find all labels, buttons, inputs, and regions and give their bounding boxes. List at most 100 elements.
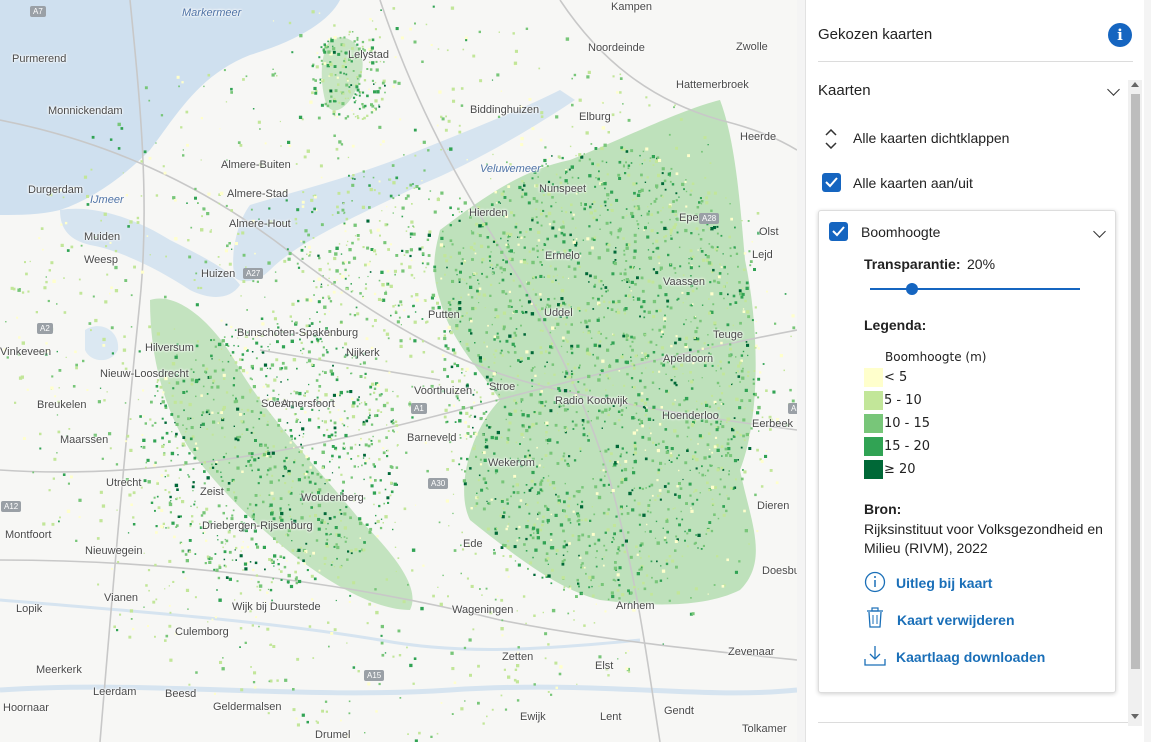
tree-height-cell <box>309 100 313 104</box>
tree-height-cell <box>558 672 562 676</box>
tree-height-cell <box>531 486 534 489</box>
tree-height-cell <box>449 255 453 259</box>
tree-height-cell <box>449 206 452 210</box>
panel-title: Gekozen kaarten <box>818 26 933 43</box>
transparency-slider-track[interactable] <box>870 288 1080 290</box>
tree-height-cell <box>256 585 259 588</box>
tree-height-cell <box>617 546 620 549</box>
scrollbar[interactable] <box>1128 80 1142 726</box>
tree-height-cell <box>356 43 359 46</box>
tree-height-cell <box>618 370 621 372</box>
tree-height-cell <box>784 293 787 295</box>
tree-height-cell <box>631 215 635 218</box>
tree-height-cell <box>478 287 482 291</box>
tree-height-cell <box>300 349 302 352</box>
tree-height-cell <box>473 401 476 404</box>
transparency-slider-handle[interactable] <box>906 283 918 295</box>
tree-height-cell <box>226 488 230 492</box>
tree-height-cell <box>458 130 462 134</box>
tree-height-cell <box>716 468 720 472</box>
tree-height-cell <box>357 455 360 458</box>
tree-height-cell <box>295 717 298 720</box>
tree-height-cell <box>600 183 604 186</box>
tree-height-cell <box>298 391 302 396</box>
tree-height-cell <box>96 537 100 540</box>
tree-height-cell <box>593 209 597 213</box>
tree-height-cell <box>129 418 132 420</box>
trash-icon[interactable] <box>864 607 886 629</box>
map-view[interactable]: Markermeer Kampen Lelystad Noordeinde Zwolle… <box>0 0 797 742</box>
tree-height-cell <box>99 519 103 523</box>
tree-height-cell <box>168 585 170 587</box>
tree-height-cell <box>364 462 367 465</box>
tree-height-cell <box>792 326 796 330</box>
tree-height-cell <box>282 475 285 478</box>
remove-map-link[interactable]: Kaart verwijderen <box>897 612 1015 628</box>
chevron-down-icon[interactable] <box>1107 83 1120 96</box>
tree-height-cell <box>297 478 301 482</box>
tree-height-cell <box>225 204 228 207</box>
tree-height-cell <box>561 560 565 563</box>
divider <box>818 61 1133 62</box>
tree-height-cell <box>536 536 540 540</box>
tree-height-cell <box>266 627 270 631</box>
explain-map-link[interactable]: Uitleg bij kaart <box>896 575 992 591</box>
tree-height-cell <box>536 528 540 532</box>
section-kaarten-title[interactable]: Kaarten <box>818 82 871 99</box>
tree-height-cell <box>237 438 240 442</box>
tree-height-cell <box>297 266 301 269</box>
tree-height-cell <box>525 230 528 233</box>
layer-checkbox[interactable] <box>829 222 848 241</box>
download-layer-link[interactable]: Kaartlaag downloaden <box>896 649 1045 665</box>
tree-height-cell <box>290 434 293 438</box>
tree-height-cell <box>562 455 565 458</box>
toggle-all-checkbox[interactable] <box>822 173 841 192</box>
tree-height-cell <box>466 457 469 461</box>
tree-height-cell <box>294 217 298 221</box>
tree-height-cell <box>327 40 329 43</box>
tree-height-cell <box>610 233 613 236</box>
tree-height-cell <box>182 379 186 383</box>
tree-height-cell <box>655 197 658 200</box>
collapse-all-button[interactable]: Alle kaarten dichtklappen <box>820 126 1110 150</box>
info-icon[interactable]: i <box>1108 23 1132 47</box>
tree-height-cell <box>634 447 637 451</box>
tree-height-cell <box>56 452 58 454</box>
tree-height-cell <box>392 212 394 214</box>
tree-height-cell <box>259 367 263 371</box>
tree-height-cell <box>312 657 315 659</box>
tree-height-cell <box>385 436 388 439</box>
info-circle-icon[interactable] <box>864 571 886 593</box>
tree-height-cell <box>451 87 455 91</box>
tree-height-cell <box>288 144 292 147</box>
tree-height-cell <box>458 301 462 305</box>
map-label: Hilversum <box>145 342 194 354</box>
download-icon[interactable] <box>863 644 887 668</box>
tree-height-cell <box>476 289 479 293</box>
tree-height-cell <box>640 305 643 309</box>
scroll-up-arrow-icon[interactable] <box>1131 82 1139 87</box>
tree-height-cell <box>707 261 712 265</box>
tree-height-cell <box>567 464 570 467</box>
tree-height-cell <box>509 317 512 320</box>
tree-height-cell <box>730 486 733 490</box>
tree-height-cell <box>395 27 399 31</box>
tree-height-cell <box>499 340 502 343</box>
tree-height-cell <box>369 527 373 531</box>
scrollbar-thumb[interactable] <box>1131 94 1140 669</box>
tree-height-cell <box>335 599 337 602</box>
tree-height-cell <box>321 709 324 713</box>
map-label: Nieuw-Loosdrecht <box>100 368 189 380</box>
tree-height-cell <box>463 201 467 205</box>
scroll-down-arrow-icon[interactable] <box>1131 714 1139 719</box>
tree-height-cell <box>612 536 614 539</box>
tree-height-cell <box>330 433 334 437</box>
tree-height-cell <box>555 493 557 496</box>
tree-height-cell <box>231 248 233 250</box>
tree-height-cell <box>711 343 714 346</box>
tree-height-cell <box>648 427 651 429</box>
tree-height-cell <box>485 587 488 590</box>
tree-height-cell <box>640 173 643 177</box>
tree-height-cell <box>501 480 505 484</box>
tree-height-cell <box>210 229 212 231</box>
